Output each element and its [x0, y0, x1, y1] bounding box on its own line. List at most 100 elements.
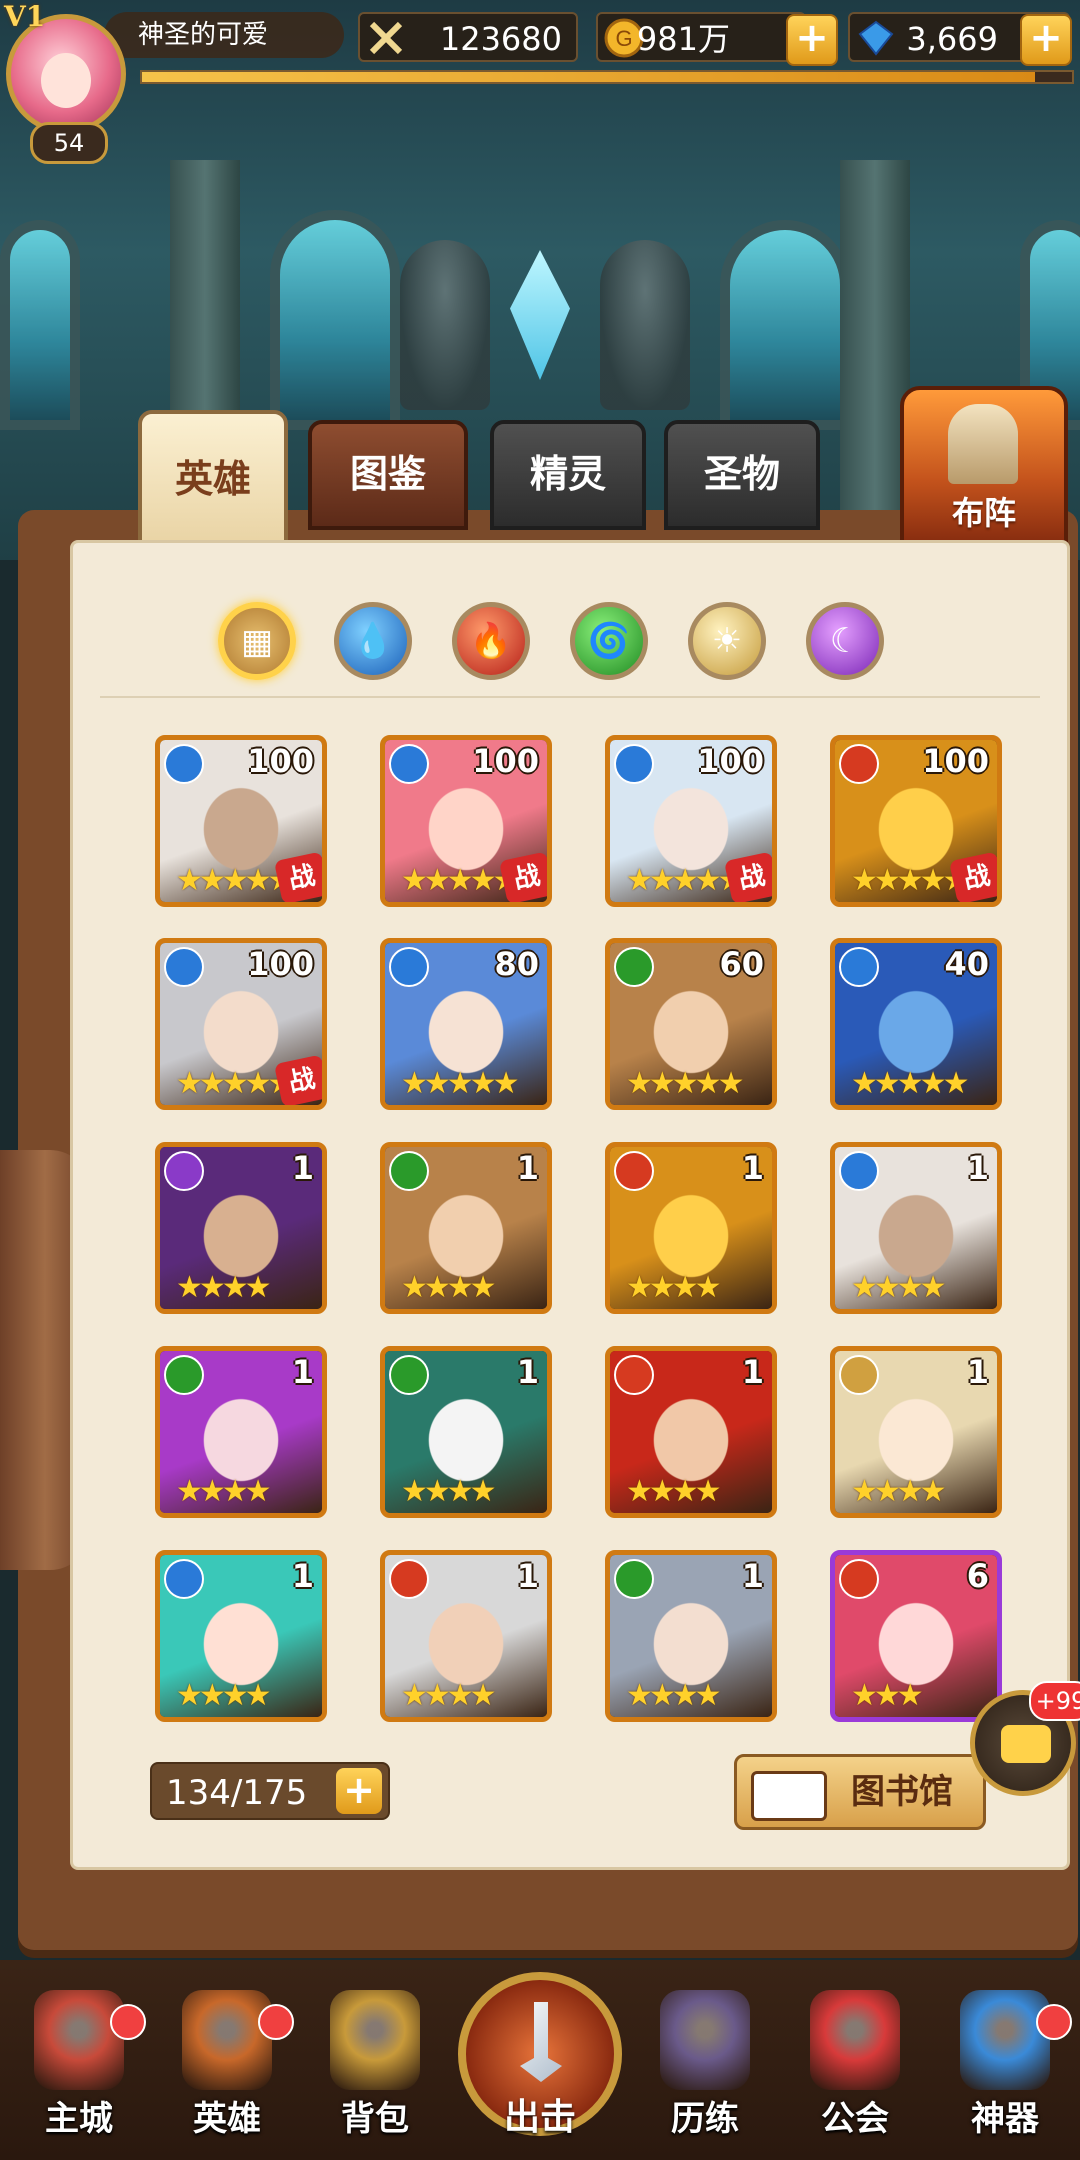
hero-capacity: 134/175 + [150, 1762, 390, 1820]
hero-level: 1 [966, 1353, 989, 1391]
hero-stars: ★★★★ [851, 1270, 947, 1305]
fire-element-icon [389, 1559, 429, 1599]
hero-stars: ★★★★ [176, 1270, 272, 1305]
hero-level: 100 [697, 742, 764, 780]
demon-gate-icon [660, 1990, 750, 2090]
hero-card[interactable]: 40 ★★★★★ [830, 938, 1002, 1110]
hero-stars: ★★★★ [401, 1270, 497, 1305]
filter-dark[interactable]: ☾ [806, 602, 884, 680]
hero-card[interactable]: 1 ★★★★ [830, 1346, 1002, 1518]
water-element-icon [164, 1559, 204, 1599]
crystal [510, 250, 570, 380]
hero-card[interactable]: 1 ★★★★ [830, 1142, 1002, 1314]
hero-card[interactable]: 100 ★★★★★ 战 [380, 735, 552, 907]
hero-level: 1 [516, 1353, 539, 1391]
nav-label: 背包 [341, 2099, 409, 2139]
hero-stars: ★★★★★ [176, 863, 295, 898]
hero-stars: ★★★★ [176, 1474, 272, 1509]
nav-castle[interactable]: 主城 [4, 1960, 154, 2160]
nav-bag[interactable]: 背包 [300, 1960, 450, 2160]
hero-card[interactable]: 80 ★★★★★ [380, 938, 552, 1110]
hero-card[interactable]: 1 ★★★★ [605, 1142, 777, 1314]
statue [400, 240, 490, 410]
hero-stars: ★★★★ [626, 1474, 722, 1509]
hero-level: 1 [741, 1149, 764, 1187]
water-element-icon [389, 744, 429, 784]
hero-stars: ★★★★★ [626, 1066, 745, 1101]
hero-card[interactable]: 1 ★★★★ [605, 1550, 777, 1722]
filter-water[interactable]: 💧 [334, 602, 412, 680]
water-element-icon [389, 947, 429, 987]
nav-guild-shield[interactable]: 公会 [780, 1960, 930, 2160]
chat-button[interactable]: +99 [970, 1681, 1080, 1796]
hero-level: 100 [247, 945, 314, 983]
nav-crystal-artifact[interactable]: 神器 [930, 1960, 1080, 2160]
wind-element-icon [614, 947, 654, 987]
hero-stars: ★★★★ [401, 1474, 497, 1509]
tab-sprites[interactable]: 精灵 [490, 420, 646, 530]
tab-codex[interactable]: 图鉴 [308, 420, 468, 530]
nav-hero[interactable]: 英雄 [152, 1960, 302, 2160]
hero-card[interactable]: 1 ★★★★ [380, 1142, 552, 1314]
player-avatar[interactable]: V1 54 [0, 0, 130, 164]
hero-card[interactable]: 1 ★★★★ [155, 1142, 327, 1314]
wind-element-icon [164, 1355, 204, 1395]
water-drop-icon: 💧 [351, 621, 395, 661]
hero-card[interactable]: 100 ★★★★★ 战 [605, 735, 777, 907]
hero-level: 1 [966, 1149, 989, 1187]
crossed-swords-icon [369, 21, 403, 55]
hero-stars: ★★★★ [851, 1474, 947, 1509]
add-gold-button[interactable]: + [786, 14, 838, 66]
filter-wind[interactable]: 🌀 [570, 602, 648, 680]
library-button[interactable]: 图书馆 [734, 1754, 986, 1830]
in-battle-badge: 战 [723, 851, 772, 902]
power-display: 123680 [358, 12, 578, 62]
hero-level: 100 [247, 742, 314, 780]
wind-element-icon [614, 1559, 654, 1599]
hero-card[interactable]: 1 ★★★★ [605, 1346, 777, 1518]
notification-dot [258, 2004, 294, 2040]
hero-card[interactable]: 6 ★★★ [830, 1550, 1002, 1722]
filter-light[interactable]: ☀ [688, 602, 766, 680]
hero-level: 60 [719, 945, 764, 983]
fire-element-icon [614, 1355, 654, 1395]
hero-level: 1 [291, 1557, 314, 1595]
tab-relics[interactable]: 圣物 [664, 420, 820, 530]
hero-stars: ★★★★★ [401, 863, 520, 898]
wind-element-icon [389, 1355, 429, 1395]
moon-icon: ☾ [829, 621, 861, 661]
light-element-icon [839, 1355, 879, 1395]
hero-card[interactable]: 100 ★★★★★ 战 [155, 938, 327, 1110]
hero-card[interactable]: 1 ★★★★ [380, 1346, 552, 1518]
castle-icon [34, 1990, 124, 2090]
hero-stars: ★★★★ [626, 1270, 722, 1305]
tornado-icon: 🌀 [587, 621, 631, 661]
water-element-icon [164, 947, 204, 987]
hero-card[interactable]: 1 ★★★★ [155, 1550, 327, 1722]
filter-all[interactable]: ▦ [218, 602, 296, 680]
hero-card[interactable]: 60 ★★★★★ [605, 938, 777, 1110]
formation-button[interactable]: 布阵 [900, 386, 1068, 544]
hero-icon [182, 1990, 272, 2090]
hero-level: 40 [944, 945, 989, 983]
hero-card[interactable]: 100 ★★★★★ 战 [830, 735, 1002, 907]
filter-fire[interactable]: 🔥 [452, 602, 530, 680]
crystal-artifact-icon [960, 1990, 1050, 2090]
add-gems-button[interactable]: + [1020, 14, 1072, 66]
bag-icon [330, 1990, 420, 2090]
notification-dot [1036, 2004, 1072, 2040]
hero-card[interactable]: 1 ★★★★ [380, 1550, 552, 1722]
sun-icon: ☀ [711, 621, 743, 661]
notification-dot [110, 2004, 146, 2040]
book-icon [751, 1771, 827, 1821]
expand-capacity-button[interactable]: + [336, 1768, 382, 1814]
nav-demon-gate[interactable]: 历练 [630, 1960, 780, 2160]
hero-level: 80 [494, 945, 539, 983]
hero-card[interactable]: 100 ★★★★★ 战 [155, 735, 327, 907]
bottom-nav: 主城 英雄 背包 出击 历练 公会 神器 [0, 1960, 1080, 2160]
hero-card[interactable]: 1 ★★★★ [155, 1346, 327, 1518]
player-name[interactable]: 神圣的可爱 [104, 12, 344, 58]
nav-attack[interactable]: 出击 [458, 1972, 622, 2138]
filter-divider [100, 696, 1040, 698]
nav-label: 历练 [671, 2099, 739, 2139]
